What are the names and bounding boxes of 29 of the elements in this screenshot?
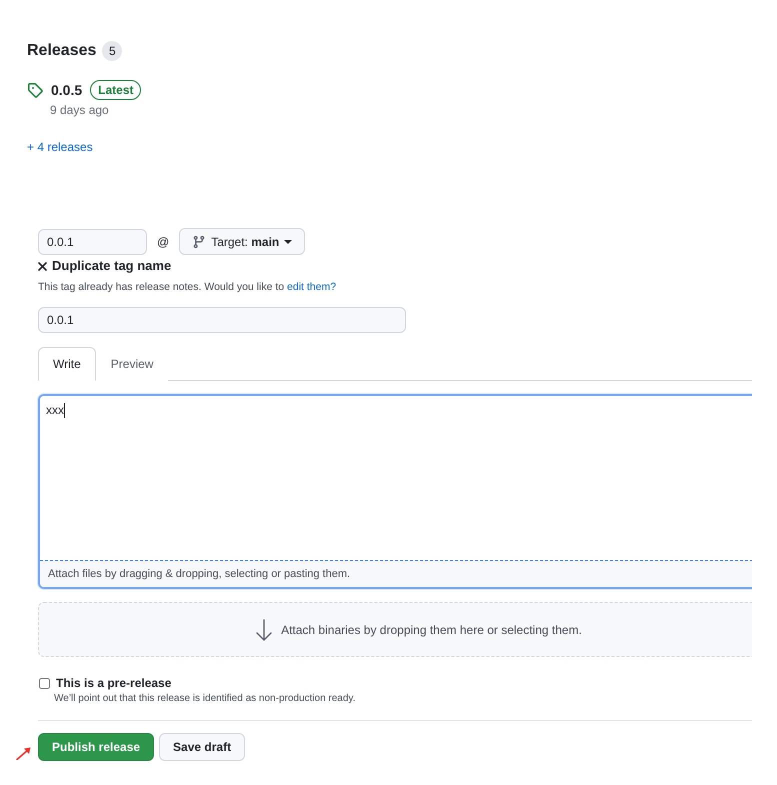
latest-label: Latest bbox=[90, 80, 142, 100]
releases-count: 5 bbox=[102, 41, 122, 61]
error-title: Duplicate tag name bbox=[52, 257, 172, 275]
branch-icon bbox=[192, 234, 206, 248]
annotation-arrow-icon bbox=[16, 746, 31, 760]
release-age: 9 days ago bbox=[50, 102, 110, 118]
draft-button[interactable]: Save draft bbox=[159, 733, 246, 761]
prerelease-label[interactable]: This is a pre-release bbox=[56, 675, 172, 691]
editor-tab[interactable]: Write bbox=[38, 347, 96, 381]
prerelease-note: We’ll point out that this release is identified as non-production ready. bbox=[54, 692, 356, 706]
caret-down-icon bbox=[284, 240, 292, 244]
prerelease-checkbox[interactable] bbox=[39, 678, 50, 688]
tag-icon bbox=[27, 82, 43, 98]
more-releases-link[interactable]: + 4 releases bbox=[27, 139, 93, 155]
target-branch-button[interactable]: Target: main bbox=[179, 228, 306, 255]
tag-input[interactable]: 0.0.1 bbox=[38, 228, 147, 254]
edit-them-link[interactable]: edit them? bbox=[287, 281, 336, 293]
releases-heading: Releases bbox=[27, 41, 96, 61]
down-arrow-icon bbox=[256, 618, 272, 640]
dropzone-text: Attach binaries by dropping them here or selecting them. bbox=[281, 622, 582, 636]
release-title-input[interactable]: 0.0.1 bbox=[38, 307, 406, 333]
error-message: This tag already has release notes. Would you like to edit them? bbox=[38, 280, 338, 295]
publish-button[interactable]: Publish release bbox=[38, 733, 154, 761]
text-cursor-icon bbox=[64, 403, 65, 418]
at-sign: @ bbox=[157, 234, 170, 248]
attach-files-hint[interactable]: Attach files by dragging & dropping, selecting or pasting them. bbox=[40, 560, 752, 587]
cross-icon bbox=[38, 262, 47, 270]
binaries-dropzone[interactable]: Attach binaries by dropping them here or selecting them. bbox=[38, 602, 752, 657]
release-version[interactable]: 0.0.5 bbox=[51, 80, 82, 100]
